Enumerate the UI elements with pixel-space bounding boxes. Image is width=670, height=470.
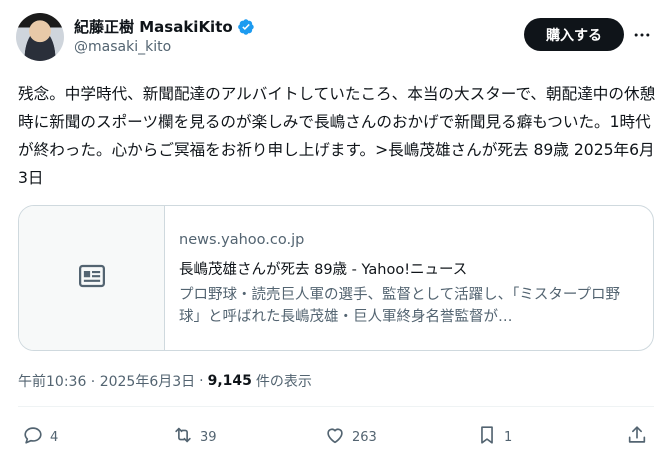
display-name[interactable]: 紀藤正樹 MasakiKito: [74, 16, 233, 37]
reply-button[interactable]: 4: [22, 424, 58, 450]
meta-separator: ·: [199, 373, 204, 389]
verified-badge-icon: [237, 18, 255, 36]
retweet-count: 39: [200, 429, 217, 445]
timestamp[interactable]: 午前10:36 · 2025年6月3日: [18, 371, 195, 391]
share-icon: [626, 424, 648, 450]
article-icon: [77, 261, 107, 295]
card-thumbnail: [19, 206, 165, 350]
card-body: news.yahoo.co.jp 長嶋茂雄さんが死去 89歳 - Yahoo!ニ…: [165, 206, 653, 350]
card-domain: news.yahoo.co.jp: [179, 232, 305, 248]
reply-count: 4: [50, 429, 59, 445]
reply-icon: [22, 424, 44, 450]
avatar[interactable]: [16, 13, 64, 61]
link-card[interactable]: news.yahoo.co.jp 長嶋茂雄さんが死去 89歳 - Yahoo!ニ…: [18, 205, 654, 351]
heart-icon: [324, 424, 346, 450]
divider: [18, 406, 654, 407]
like-count: 263: [352, 429, 377, 445]
bookmark-button[interactable]: 1: [476, 424, 512, 450]
more-icon[interactable]: [628, 22, 656, 48]
card-title: 長嶋茂雄さんが死去 89歳 - Yahoo!ニュース: [179, 262, 468, 278]
bookmark-icon: [476, 424, 498, 450]
tweet: 紀藤正樹 MasakiKito @masaki_kito 購入する 残念。中学時…: [0, 0, 670, 470]
retweet-icon: [172, 424, 194, 450]
action-bar: 4 39 263 1: [0, 424, 670, 454]
views-label: 件の表示: [255, 374, 312, 390]
tweet-meta: 午前10:36 · 2025年6月3日 · 9,145 件の表示: [18, 371, 312, 391]
views-count: 9,145: [207, 373, 252, 389]
buy-button[interactable]: 購入する: [524, 18, 624, 51]
like-button[interactable]: 263: [324, 424, 377, 450]
share-button[interactable]: [626, 424, 648, 450]
retweet-button[interactable]: 39: [172, 424, 217, 450]
bookmark-count: 1: [504, 429, 513, 445]
card-description: プロ野球・読売巨人軍の選手、監督として活躍し、「ミスタープロ野球」と呼ばれた長嶋…: [179, 287, 620, 325]
tweet-text: 残念。中学時代、新聞配達のアルバイトしていたころ、本当の大スターで、朝配達中の休…: [18, 85, 656, 187]
author-name-row: 紀藤正樹 MasakiKito: [74, 16, 255, 37]
author-handle[interactable]: @masaki_kito: [74, 39, 171, 55]
